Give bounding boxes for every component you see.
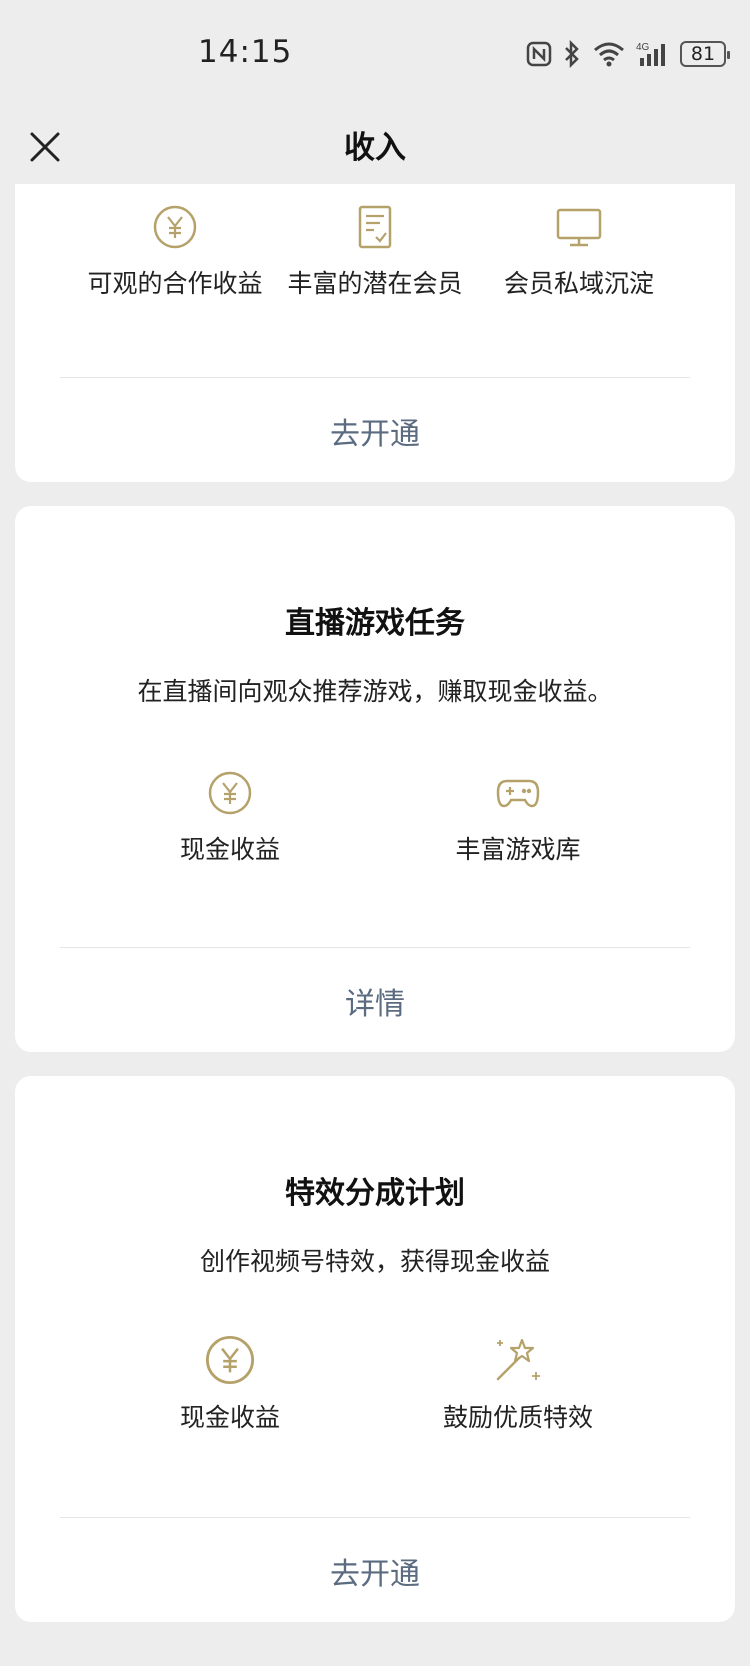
battery-indicator: 81 xyxy=(680,41,730,67)
divider xyxy=(60,947,690,948)
card-description: 在直播间向观众推荐游戏，赚取现金收益。 xyxy=(137,677,613,706)
page-title: 收入 xyxy=(344,130,406,166)
effects-revenue-card: 特效分成计划 创作视频号特效，获得现金收益 现金收益 鼓励优质特效 去开通 xyxy=(15,1076,735,1622)
feature-label: 现金收益 xyxy=(179,1403,280,1432)
yen-circle-icon xyxy=(153,205,197,249)
bluetooth-icon xyxy=(565,40,579,68)
feature-cash-income: 现金收益 xyxy=(110,770,350,866)
yen-circle-icon xyxy=(205,1335,255,1385)
details-button[interactable]: 详情 xyxy=(15,979,735,1023)
document-check-icon xyxy=(358,205,392,249)
gamepad-icon xyxy=(496,779,540,808)
nav-bar: 收入 xyxy=(0,110,750,186)
feature-label: 丰富游戏库 xyxy=(455,835,581,864)
status-time: 14:15 xyxy=(198,34,293,70)
feature-quality-effects: 鼓励优质特效 xyxy=(398,1334,638,1434)
status-bar: 14:15 4G 81 xyxy=(0,0,750,110)
card-description: 创作视频号特效，获得现金收益 xyxy=(199,1247,550,1276)
feature-game-library: 丰富游戏库 xyxy=(398,770,638,866)
wifi-icon xyxy=(594,42,624,67)
magic-wand-icon xyxy=(496,1338,540,1381)
status-icons: 4G 81 xyxy=(526,36,730,72)
activate-button[interactable]: 去开通 xyxy=(15,409,735,453)
yen-circle-icon xyxy=(208,771,252,815)
feature-cash-income: 现金收益 xyxy=(110,1334,350,1434)
feature-label: 现金收益 xyxy=(179,835,280,864)
feature-label: 会员私域沉淀 xyxy=(503,269,654,298)
nfc-icon xyxy=(526,41,552,67)
divider xyxy=(60,1517,690,1518)
card-title: 特效分成计划 xyxy=(285,1176,465,1211)
monitor-icon xyxy=(556,208,602,247)
activate-button[interactable]: 去开通 xyxy=(15,1549,735,1593)
card-title: 直播游戏任务 xyxy=(285,606,465,641)
membership-card: 可观的合作收益 丰富的潜在会员 会员私域沉淀 去开通 xyxy=(15,184,735,482)
feature-private-domain: 会员私域沉淀 xyxy=(459,204,699,300)
live-game-task-card: 直播游戏任务 在直播间向观众推荐游戏，赚取现金收益。 现金收益 丰富游戏库 详情 xyxy=(15,506,735,1052)
svg-text:4G: 4G xyxy=(636,42,650,53)
feature-label: 鼓励优质特效 xyxy=(442,1403,593,1432)
cellular-4g-icon: 4G xyxy=(636,42,665,66)
divider xyxy=(60,377,690,378)
battery-level: 81 xyxy=(690,43,716,65)
